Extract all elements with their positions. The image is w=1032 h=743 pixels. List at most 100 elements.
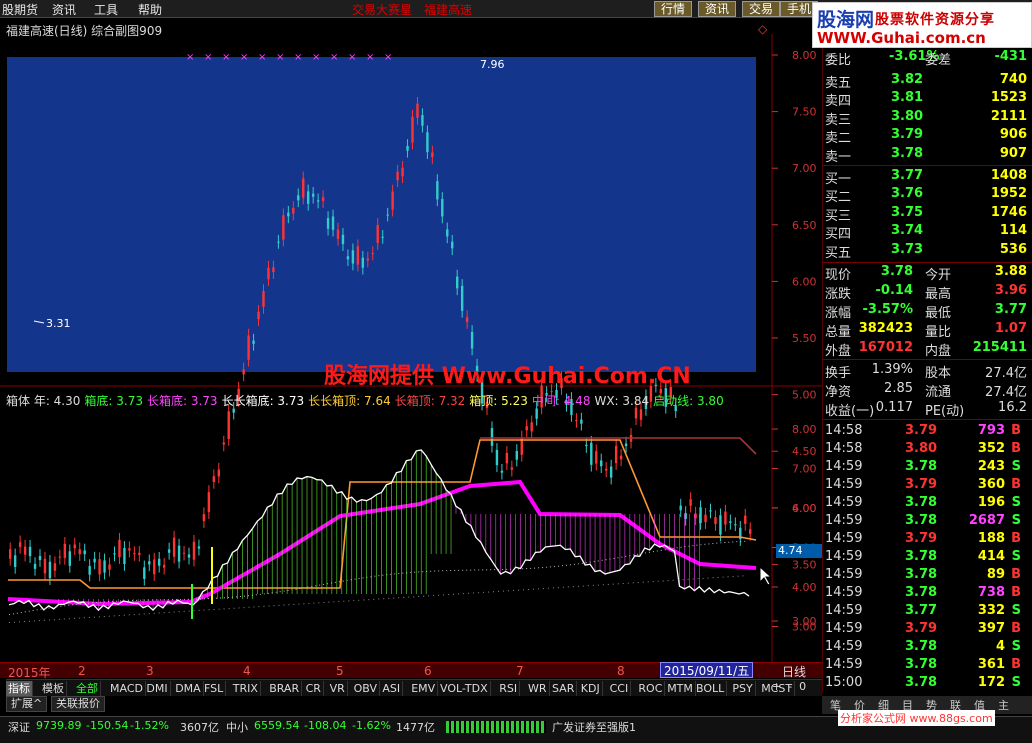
- candle-body: [714, 517, 717, 525]
- indicator-tab-vol-tdx[interactable]: VOL-TDX: [438, 681, 491, 696]
- order-ratio-row: 委比 -3.61% 委差 -431: [825, 49, 1027, 68]
- candle-body: [242, 369, 245, 375]
- candle-body: [222, 442, 225, 445]
- tab-related-quotes[interactable]: 关联报价: [51, 696, 106, 712]
- stat-row-0: 现价 3.78 今开 3.88: [825, 264, 1027, 283]
- candle-body: [341, 234, 345, 245]
- candle-body: [277, 241, 280, 243]
- indicator-tab-dmi[interactable]: DMI: [144, 681, 171, 696]
- tab-trade[interactable]: 交易: [742, 1, 781, 17]
- indicator-value-1: 箱底: 3.73: [84, 394, 143, 408]
- menu-highlight-stock[interactable]: 福建高速: [424, 1, 472, 18]
- indicator-tab-brar[interactable]: BRAR: [267, 681, 303, 696]
- indicator-tab-obv[interactable]: OBV: [352, 681, 380, 696]
- candle-body: [505, 453, 509, 464]
- tick-row-6: 14:59 3.79 188 B: [825, 531, 1021, 546]
- indicator-tab-mtm[interactable]: MTM: [665, 681, 696, 696]
- candle-body: [326, 218, 330, 229]
- indicator-tab-vr[interactable]: VR: [328, 681, 348, 696]
- candle-body: [138, 552, 141, 555]
- menu-item-news[interactable]: 资讯: [52, 1, 76, 18]
- candle-body: [734, 524, 737, 526]
- logo-name: 股海网: [817, 9, 875, 31]
- indicator-tab-roc[interactable]: ROC: [636, 681, 666, 696]
- signal-mark: ×: [294, 52, 302, 63]
- indicator-tab-wr[interactable]: WR: [526, 681, 550, 696]
- candle-body: [719, 515, 722, 535]
- candle-body: [217, 469, 220, 477]
- price-tick-main-1: 7.50: [792, 106, 817, 119]
- bottom-ad[interactable]: 分析家公式网 www.88gs.com: [838, 710, 995, 726]
- candle-body: [207, 492, 211, 513]
- tick-row-11: 14:59 3.79 397 B: [825, 621, 1021, 636]
- candle-body: [386, 214, 389, 216]
- candle-body: [441, 198, 444, 217]
- price-tick-main-6: 5.00: [792, 389, 817, 402]
- indicator-tab-rsi[interactable]: RSI: [497, 681, 521, 696]
- stat-row-2: 涨幅 -3.57% 最低 3.77: [825, 302, 1027, 321]
- candle-body: [436, 181, 439, 200]
- indicator-tab-sar[interactable]: SAR: [550, 681, 578, 696]
- candle-body: [247, 335, 250, 360]
- indicator-tab-模板[interactable]: 模板: [40, 681, 67, 696]
- tick-row-5: 14:59 3.78 2687 S: [825, 513, 1021, 528]
- candle-body: [202, 514, 206, 522]
- candle-body: [53, 563, 57, 571]
- candle-body: [431, 152, 434, 158]
- indicator-tab-psy[interactable]: PSY: [730, 681, 756, 696]
- candle-body: [525, 426, 528, 431]
- tab-news[interactable]: 资讯: [698, 1, 737, 17]
- candle-body: [585, 444, 588, 447]
- stat2-row-2: 收益(一) 0.117 PE(动) 16.2: [825, 400, 1027, 419]
- tick-row-12: 14:59 3.78 4 S: [825, 639, 1021, 654]
- candle-body: [162, 564, 166, 568]
- quote-tab-7[interactable]: 主: [998, 697, 1009, 713]
- indicator-tab-boll[interactable]: BOLL: [694, 681, 728, 696]
- candle-body: [192, 541, 196, 560]
- indicator-tab-cci[interactable]: CCI: [608, 681, 632, 696]
- zoom-controls[interactable]: + - 0: [772, 680, 806, 693]
- tick-row-7: 14:59 3.78 414 S: [825, 549, 1021, 564]
- indicator-tab-kdj[interactable]: KDJ: [579, 681, 603, 696]
- candle-body: [143, 567, 146, 579]
- indicator-tab-trix[interactable]: TRIX: [231, 681, 261, 696]
- indicator-tab-全部[interactable]: 全部: [74, 681, 101, 696]
- kline-chart[interactable]: 8.00 7.50 7.00 6.50 6.00 5.50 5.00 4.50 4.00 3.50…: [0, 34, 822, 664]
- period-label[interactable]: 日线: [782, 663, 806, 680]
- indicator-tab-dma[interactable]: DMA: [173, 681, 204, 696]
- candle-body: [530, 422, 533, 432]
- menu-item-futures[interactable]: 股期货: [2, 1, 38, 18]
- candle-body: [619, 455, 623, 460]
- candle-body: [416, 103, 419, 118]
- indicator-tab-asi[interactable]: ASI: [380, 681, 404, 696]
- candle-body: [38, 555, 42, 561]
- candle-body: [297, 195, 300, 201]
- indicator-tab-emv[interactable]: EMV: [409, 681, 439, 696]
- candle-body: [704, 514, 707, 523]
- candle-body: [729, 521, 732, 523]
- candle-body: [83, 550, 86, 555]
- candle-body: [33, 563, 37, 569]
- tab-quotes[interactable]: 行情: [654, 1, 693, 17]
- zx-index-amount: 1477亿: [396, 721, 435, 734]
- indicator-tab-指标[interactable]: 指标: [6, 681, 33, 696]
- stat-row-4: 外盘 167012 内盘 215411: [825, 340, 1027, 359]
- candle-body: [456, 276, 459, 289]
- tick-row-8: 14:59 3.78 89 B: [825, 567, 1021, 582]
- candle-body: [749, 529, 752, 534]
- stats-divider: [823, 359, 1032, 360]
- time-label-3: 4: [243, 664, 251, 678]
- candle-body: [580, 419, 583, 424]
- indicator-tab-fsl[interactable]: FSL: [202, 681, 227, 696]
- candle-body: [391, 191, 394, 210]
- menu-item-tools[interactable]: 工具: [94, 1, 118, 18]
- indicator-tab-macd[interactable]: MACD: [108, 681, 146, 696]
- candle-body: [232, 408, 235, 413]
- indicator-tab-cr[interactable]: CR: [304, 681, 324, 696]
- menu-highlight-contest[interactable]: 交易大赛星: [352, 1, 412, 18]
- menu-item-help[interactable]: 帮助: [138, 1, 162, 18]
- tab-expand[interactable]: 扩展^: [6, 696, 48, 712]
- bid-stats-divider: [823, 262, 1032, 263]
- signal-mark: ×: [186, 52, 194, 63]
- candle-body: [13, 555, 17, 567]
